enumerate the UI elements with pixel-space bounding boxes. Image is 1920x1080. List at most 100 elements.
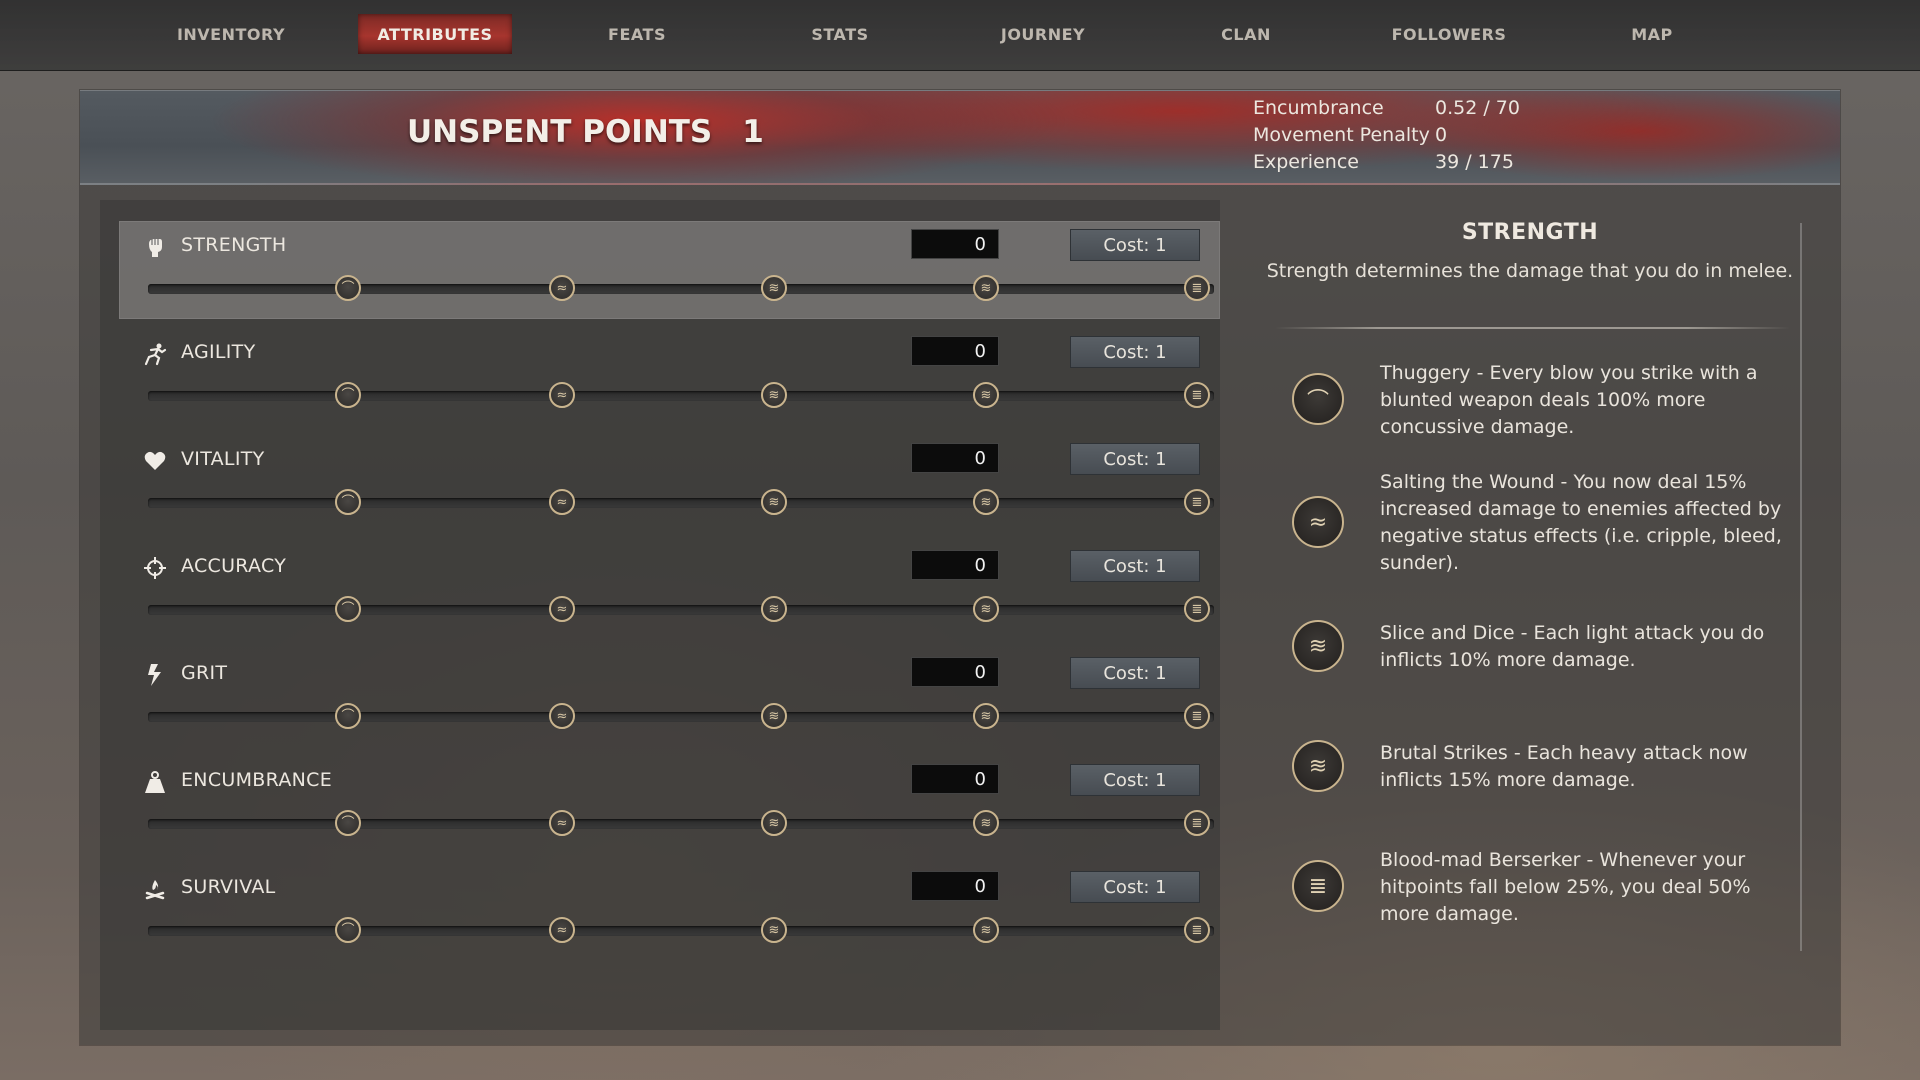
perk-tier-4-icon[interactable]: ≋ bbox=[973, 489, 999, 515]
attribute-name: AGILITY bbox=[181, 341, 256, 363]
attribute-cost-button[interactable]: Cost: 1 bbox=[1070, 764, 1200, 796]
tab-attributes[interactable]: ATTRIBUTES bbox=[358, 14, 512, 54]
attribute-value: 0 bbox=[911, 550, 999, 580]
perk-tier-3-icon[interactable]: ≋ bbox=[761, 703, 787, 729]
perk-tier-5-icon[interactable]: ≣ bbox=[1184, 810, 1210, 836]
perk-tier-5-icon[interactable]: ≣ bbox=[1184, 489, 1210, 515]
attribute-row-strength[interactable]: STRENGTH 0 Cost: 1 ⌒ ≈ ≋ ≋ ≣ bbox=[119, 221, 1220, 319]
header-banner bbox=[80, 90, 1840, 185]
attribute-cost-button[interactable]: Cost: 1 bbox=[1070, 657, 1200, 689]
tab-followers[interactable]: FOLLOWERS bbox=[1372, 14, 1526, 54]
tab-feats[interactable]: FEATS bbox=[560, 14, 714, 54]
perk-tier-2-icon[interactable]: ≈ bbox=[549, 489, 575, 515]
running-figure-icon bbox=[143, 342, 167, 366]
milestone-track bbox=[148, 284, 1214, 294]
perk-tier-1-icon: ⌒ bbox=[1292, 373, 1344, 425]
attribute-value: 0 bbox=[911, 229, 999, 259]
perk-tier-5-icon[interactable]: ≣ bbox=[1184, 382, 1210, 408]
stat-experience: Experience 39 / 175 bbox=[1253, 151, 1514, 173]
perk-tier-5-icon[interactable]: ≣ bbox=[1184, 596, 1210, 622]
stat-value: 0.52 / 70 bbox=[1435, 97, 1520, 119]
perk-tier-5-icon[interactable]: ≣ bbox=[1184, 703, 1210, 729]
milestone-track bbox=[148, 926, 1214, 936]
attribute-row-agility[interactable]: AGILITY 0 Cost: 1 ⌒ ≈ ≋ ≋ ≣ bbox=[119, 328, 1220, 426]
perk-tier-3-icon[interactable]: ≋ bbox=[761, 275, 787, 301]
attribute-cost-button[interactable]: Cost: 1 bbox=[1070, 443, 1200, 475]
unspent-points-label: UNSPENT POINTS bbox=[407, 114, 713, 150]
perk-tier-1-icon[interactable]: ⌒ bbox=[335, 596, 361, 622]
attribute-value: 0 bbox=[911, 336, 999, 366]
unspent-points-value: 1 bbox=[742, 114, 764, 150]
perk-tier-4-icon[interactable]: ≋ bbox=[973, 810, 999, 836]
attribute-name: ENCUMBRANCE bbox=[181, 769, 333, 791]
perk-tier-4-icon[interactable]: ≋ bbox=[973, 703, 999, 729]
tab-stats[interactable]: STATS bbox=[763, 14, 917, 54]
milestone-track bbox=[148, 498, 1214, 508]
stat-movement-penalty: Movement Penalty 0 bbox=[1253, 124, 1447, 146]
fist-icon bbox=[143, 235, 167, 259]
attribute-row-vitality[interactable]: VITALITY 0 Cost: 1 ⌒ ≈ ≋ ≋ ≣ bbox=[119, 435, 1220, 533]
weight-sack-icon bbox=[143, 770, 167, 794]
milestone-track bbox=[148, 712, 1214, 722]
perk-tier-4-icon[interactable]: ≋ bbox=[973, 275, 999, 301]
perk-tier-2-icon[interactable]: ≈ bbox=[549, 917, 575, 943]
attribute-row-survival[interactable]: SURVIVAL 0 Cost: 1 ⌒ ≈ ≋ ≋ ≣ bbox=[119, 863, 1220, 961]
stat-value: 39 / 175 bbox=[1435, 151, 1514, 173]
perk-tier-1-icon[interactable]: ⌒ bbox=[335, 703, 361, 729]
stat-value: 0 bbox=[1435, 124, 1448, 146]
attribute-cost-button[interactable]: Cost: 1 bbox=[1070, 871, 1200, 903]
perk-description: Blood-mad Berserker - Whenever your hitp… bbox=[1380, 849, 1751, 925]
perk-description: Thuggery - Every blow you strike with a … bbox=[1380, 362, 1758, 438]
perk-tier-2-icon[interactable]: ≈ bbox=[549, 382, 575, 408]
perk-tier-2-icon[interactable]: ≈ bbox=[549, 596, 575, 622]
attribute-row-encumbrance[interactable]: ENCUMBRANCE 0 Cost: 1 ⌒ ≈ ≋ ≋ ≣ bbox=[119, 756, 1220, 854]
perk-tier-4-icon: ≋ bbox=[1292, 740, 1344, 792]
attribute-cost-button[interactable]: Cost: 1 bbox=[1070, 550, 1200, 582]
perk-tier-3-icon: ≋ bbox=[1292, 620, 1344, 672]
attribute-cost-button[interactable]: Cost: 1 bbox=[1070, 229, 1200, 261]
perk-tier-2-icon[interactable]: ≈ bbox=[549, 703, 575, 729]
stat-label: Encumbrance bbox=[1253, 97, 1384, 119]
attribute-name: SURVIVAL bbox=[181, 876, 276, 898]
perk-tier-3-icon[interactable]: ≋ bbox=[761, 382, 787, 408]
perk-tier-2-icon[interactable]: ≈ bbox=[549, 275, 575, 301]
perk-tier-2-icon[interactable]: ≈ bbox=[549, 810, 575, 836]
perk-tier-4-icon[interactable]: ≋ bbox=[973, 382, 999, 408]
perk-tier-1-icon[interactable]: ⌒ bbox=[335, 382, 361, 408]
perk-tier-5-icon[interactable]: ≣ bbox=[1184, 275, 1210, 301]
perk-tier-3-icon[interactable]: ≋ bbox=[761, 596, 787, 622]
attribute-cost-button[interactable]: Cost: 1 bbox=[1070, 336, 1200, 368]
tab-map[interactable]: MAP bbox=[1575, 14, 1729, 54]
perk-tier-1-icon[interactable]: ⌒ bbox=[335, 489, 361, 515]
perk-description: Brutal Strikes - Each heavy attack now i… bbox=[1380, 742, 1748, 791]
perk-tier-4-icon[interactable]: ≋ bbox=[973, 596, 999, 622]
perk-tier-3-icon[interactable]: ≋ bbox=[761, 489, 787, 515]
tab-journey[interactable]: JOURNEY bbox=[966, 14, 1120, 54]
perk-description: Salting the Wound - You now deal 15% inc… bbox=[1380, 471, 1782, 574]
stat-label: Experience bbox=[1253, 151, 1359, 173]
tab-clan[interactable]: CLAN bbox=[1169, 14, 1323, 54]
attribute-value: 0 bbox=[911, 871, 999, 901]
attribute-row-accuracy[interactable]: ACCURACY 0 Cost: 1 ⌒ ≈ ≋ ≋ ≣ bbox=[119, 542, 1220, 640]
perk-tier-1-icon[interactable]: ⌒ bbox=[335, 275, 361, 301]
tab-inventory[interactable]: INVENTORY bbox=[154, 14, 308, 54]
attribute-name: STRENGTH bbox=[181, 234, 287, 256]
attribute-name: ACCURACY bbox=[181, 555, 287, 577]
perk-tier-1-icon[interactable]: ⌒ bbox=[335, 810, 361, 836]
campfire-icon bbox=[143, 877, 167, 901]
unspent-points: UNSPENT POINTS 1 bbox=[407, 112, 764, 152]
attribute-name: GRIT bbox=[181, 662, 228, 684]
lightning-icon bbox=[143, 663, 167, 687]
attribute-row-grit[interactable]: GRIT 0 Cost: 1 ⌒ ≈ ≋ ≋ ≣ bbox=[119, 649, 1220, 747]
perk-tier-5-icon[interactable]: ≣ bbox=[1184, 917, 1210, 943]
perk-tier-3-icon[interactable]: ≋ bbox=[761, 917, 787, 943]
perk-tier-4-icon[interactable]: ≋ bbox=[973, 917, 999, 943]
milestone-track bbox=[148, 605, 1214, 615]
perk-tier-1-icon[interactable]: ⌒ bbox=[335, 917, 361, 943]
attribute-value: 0 bbox=[911, 764, 999, 794]
perk-description: Slice and Dice - Each light attack you d… bbox=[1380, 622, 1765, 671]
attribute-name: VITALITY bbox=[181, 448, 265, 470]
detail-title: STRENGTH bbox=[1461, 220, 1599, 245]
perk-tier-3-icon[interactable]: ≋ bbox=[761, 810, 787, 836]
detail-scrollbar[interactable] bbox=[1800, 223, 1802, 951]
